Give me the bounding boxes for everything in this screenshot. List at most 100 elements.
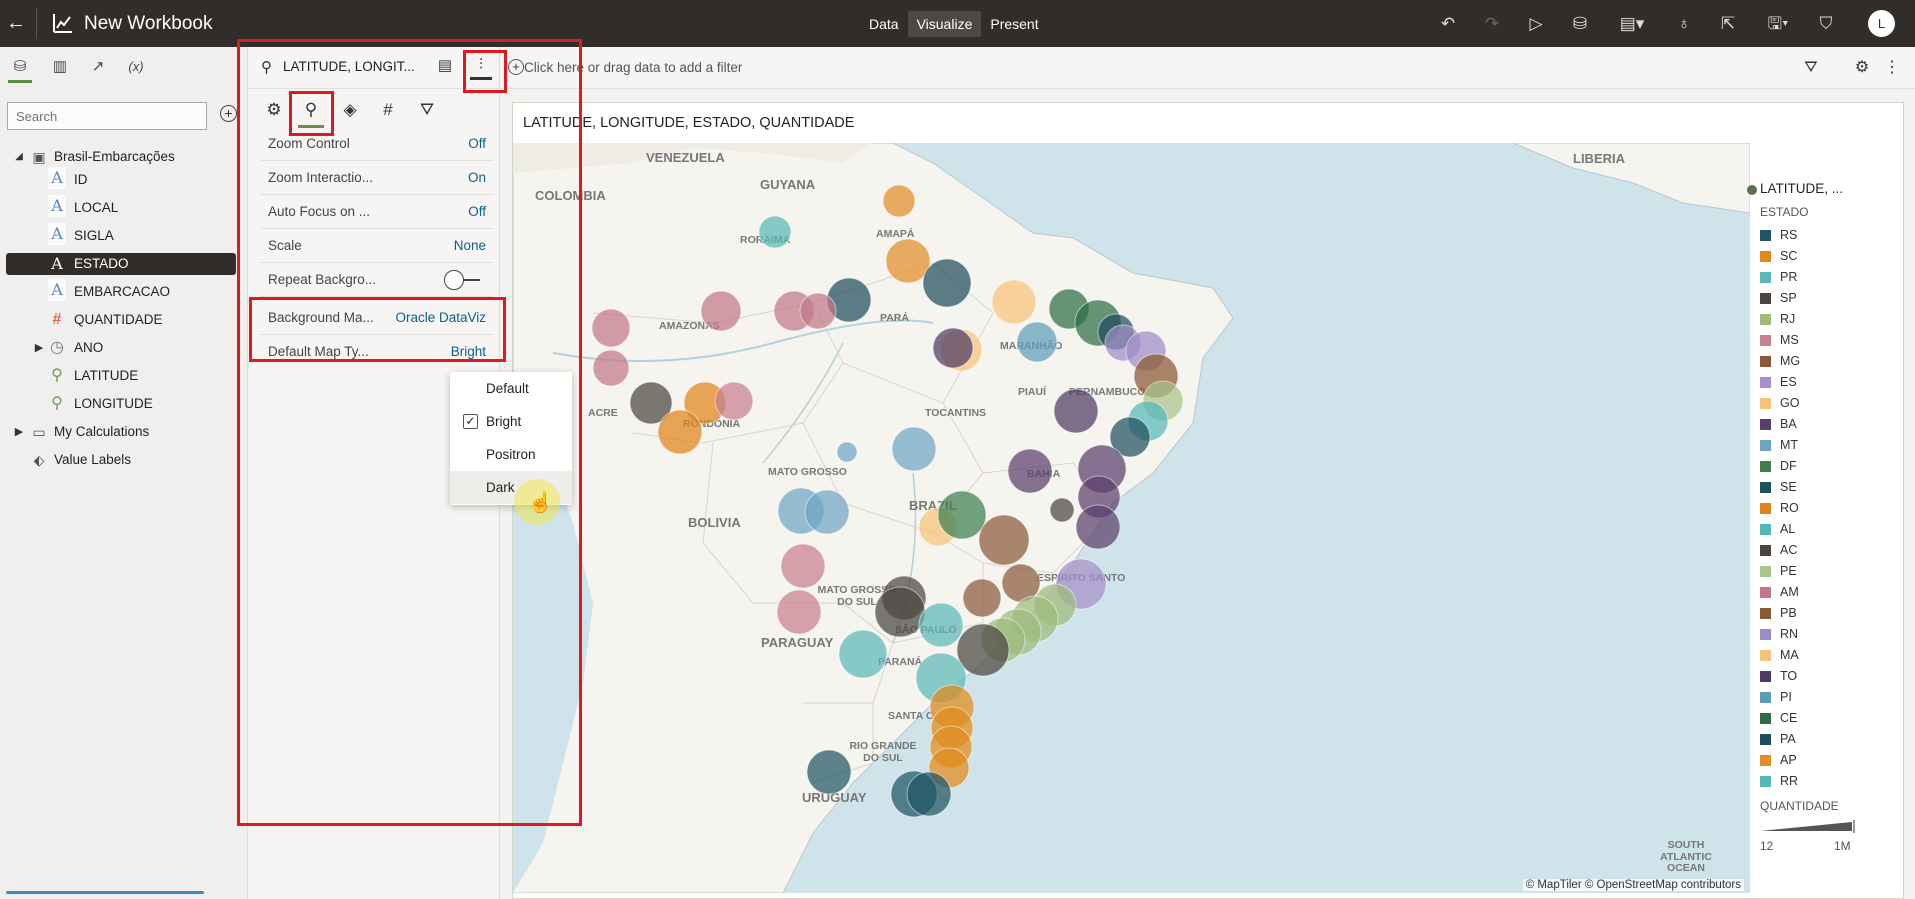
undo-icon[interactable]: ↶ <box>1436 12 1460 36</box>
data-bubble-to[interactable] <box>1053 388 1099 434</box>
legend-size-min: 12 <box>1760 839 1774 853</box>
legend-label: AP <box>1780 753 1797 767</box>
data-tab-icon[interactable]: ⛁ <box>8 55 32 83</box>
data-bubble-pr[interactable] <box>838 629 888 679</box>
data-bubble-mt[interactable] <box>836 441 858 463</box>
column-embarcacao[interactable]: A EMBARCACAO <box>6 279 236 303</box>
auto-insights-icon[interactable]: ⚙ <box>1851 57 1873 79</box>
column-estado[interactable]: A ESTADO <box>6 253 236 275</box>
legend-label: RN <box>1780 627 1799 641</box>
column-sigla[interactable]: A SIGLA <box>6 223 236 247</box>
data-bubble-ms[interactable] <box>776 589 822 635</box>
data-bubble-am[interactable] <box>591 308 631 348</box>
visualizations-tab-icon[interactable]: ▥ <box>48 55 72 83</box>
highlight-map-tab <box>289 91 334 136</box>
horizontal-scrollbar[interactable] <box>6 891 204 894</box>
measure-icon: # <box>52 311 62 328</box>
value-labels-node[interactable]: ⬖ Value Labels <box>6 449 236 471</box>
legend-label: PE <box>1780 564 1797 578</box>
data-bubble-ba[interactable] <box>1075 504 1121 550</box>
calculations-tab-icon[interactable]: (x) <box>124 55 148 83</box>
location-pin-icon: ⚲ <box>51 367 63 384</box>
user-avatar[interactable]: L <box>1868 10 1895 37</box>
data-bubble-pr[interactable] <box>918 602 964 648</box>
tab-visualize[interactable]: Visualize <box>907 11 982 37</box>
refresh-data-icon[interactable]: ⛁ <box>1568 12 1592 36</box>
data-bubble-ms[interactable] <box>714 381 754 421</box>
redo-icon[interactable]: ↷ <box>1480 12 1504 36</box>
legend-swatch <box>1760 230 1771 241</box>
insights-bulb-icon[interactable]: ♁ <box>1672 12 1696 36</box>
data-bubble-pa[interactable] <box>922 258 972 308</box>
data-bubble-ma[interactable] <box>991 279 1037 325</box>
map-area[interactable]: VENEZUELACOLOMBIAGUYANALIBERIAAMAPÁRORAI… <box>513 143 1750 893</box>
data-bubble-sp[interactable] <box>874 586 926 638</box>
column-longitude[interactable]: ⚲ LONGITUDE <box>6 393 236 415</box>
legend-swatch <box>1760 629 1771 640</box>
legend-swatch <box>1760 755 1771 766</box>
data-bubble-pi[interactable] <box>1016 321 1058 363</box>
legend-swatch <box>1760 692 1771 703</box>
legend-swatch <box>1760 440 1771 451</box>
attribute-icon: A <box>48 167 66 189</box>
data-bubble-mg[interactable] <box>962 578 1002 618</box>
bubble-layer[interactable] <box>513 143 1750 893</box>
data-bubble-mg[interactable] <box>978 514 1030 566</box>
data-bubble-ro[interactable] <box>657 409 703 455</box>
column-label: ESTADO <box>74 256 129 271</box>
data-bubble-mt[interactable] <box>804 489 850 535</box>
filter-options-icon[interactable]: ⛛ <box>1800 57 1822 79</box>
export-icon[interactable]: ⇱ <box>1716 12 1740 36</box>
data-bubble-ap[interactable] <box>885 238 931 284</box>
data-bubble-ap[interactable] <box>882 184 916 218</box>
column-ano[interactable]: ▶ ◷ ANO <box>6 337 236 359</box>
save-menu-icon[interactable]: 🖫▾ <box>1760 12 1796 36</box>
workbook-title: New Workbook <box>84 13 213 34</box>
legend-label: ES <box>1780 375 1797 389</box>
dataset-node[interactable]: ◢ ▣ Brasil-Embarcações <box>6 146 236 168</box>
folder-icon: ▭ <box>32 424 46 440</box>
data-bubble-mt[interactable] <box>891 426 937 472</box>
add-data-icon[interactable]: + <box>220 105 237 122</box>
data-bubble-am[interactable] <box>799 292 837 330</box>
analytics-tab-icon[interactable]: ↗ <box>86 55 110 83</box>
data-bubble-am[interactable] <box>700 290 742 332</box>
tab-present[interactable]: Present <box>981 11 1047 37</box>
column-quantidade[interactable]: # QUANTIDADE <box>6 309 236 331</box>
data-bubble-rs[interactable] <box>906 771 952 817</box>
run-icon[interactable]: ▷ <box>1524 12 1548 36</box>
search-input[interactable] <box>7 102 207 130</box>
data-bubble-sp[interactable] <box>956 623 1010 677</box>
data-bubble-rs[interactable] <box>806 749 852 795</box>
column-id[interactable]: A ID <box>6 167 236 191</box>
data-bubble-ba[interactable] <box>1007 448 1053 494</box>
back-arrow-icon[interactable]: ← <box>4 11 28 35</box>
legend-label: MA <box>1780 648 1799 662</box>
tab-data[interactable]: Data <box>860 11 908 37</box>
data-bubble-to[interactable] <box>932 327 974 369</box>
column-label: LATITUDE <box>74 368 139 383</box>
map-attribution: © MapTiler © OpenStreetMap contributors <box>1522 879 1744 891</box>
dataset-label: Brasil-Embarcações <box>54 149 175 164</box>
data-bubble-rr[interactable] <box>758 215 792 249</box>
bookmark-icon[interactable]: ⛉ <box>1814 12 1838 36</box>
column-latitude[interactable]: ⚲ LATITUDE <box>6 365 236 387</box>
legend-swatch <box>1760 650 1771 661</box>
legend-title: LATITUDE, ... <box>1760 181 1844 196</box>
legend-label: SE <box>1780 480 1797 494</box>
mode-tabs: Data Visualize Present <box>860 11 1048 37</box>
filter-bar[interactable]: + Click here or drag data to add a filte… <box>500 47 1915 89</box>
data-bubble-ms[interactable] <box>780 543 826 589</box>
my-calculations-node[interactable]: ▶ ▭ My Calculations <box>6 421 236 443</box>
data-bubble-am[interactable] <box>592 349 630 387</box>
comments-menu-icon[interactable]: ▤▾ <box>1614 12 1650 36</box>
data-bubble-ac[interactable] <box>1049 497 1075 523</box>
data-bubble-df[interactable] <box>937 490 987 540</box>
legend-label: RJ <box>1780 312 1796 326</box>
collapse-triangle-icon[interactable]: ◢ <box>10 146 28 168</box>
expand-triangle-icon[interactable]: ▶ <box>10 421 28 443</box>
expand-triangle-icon[interactable]: ▶ <box>30 337 48 359</box>
more-options-icon[interactable]: ⋮ <box>1881 57 1903 79</box>
column-local[interactable]: A LOCAL <box>6 195 236 219</box>
attribute-icon: A <box>48 223 66 245</box>
